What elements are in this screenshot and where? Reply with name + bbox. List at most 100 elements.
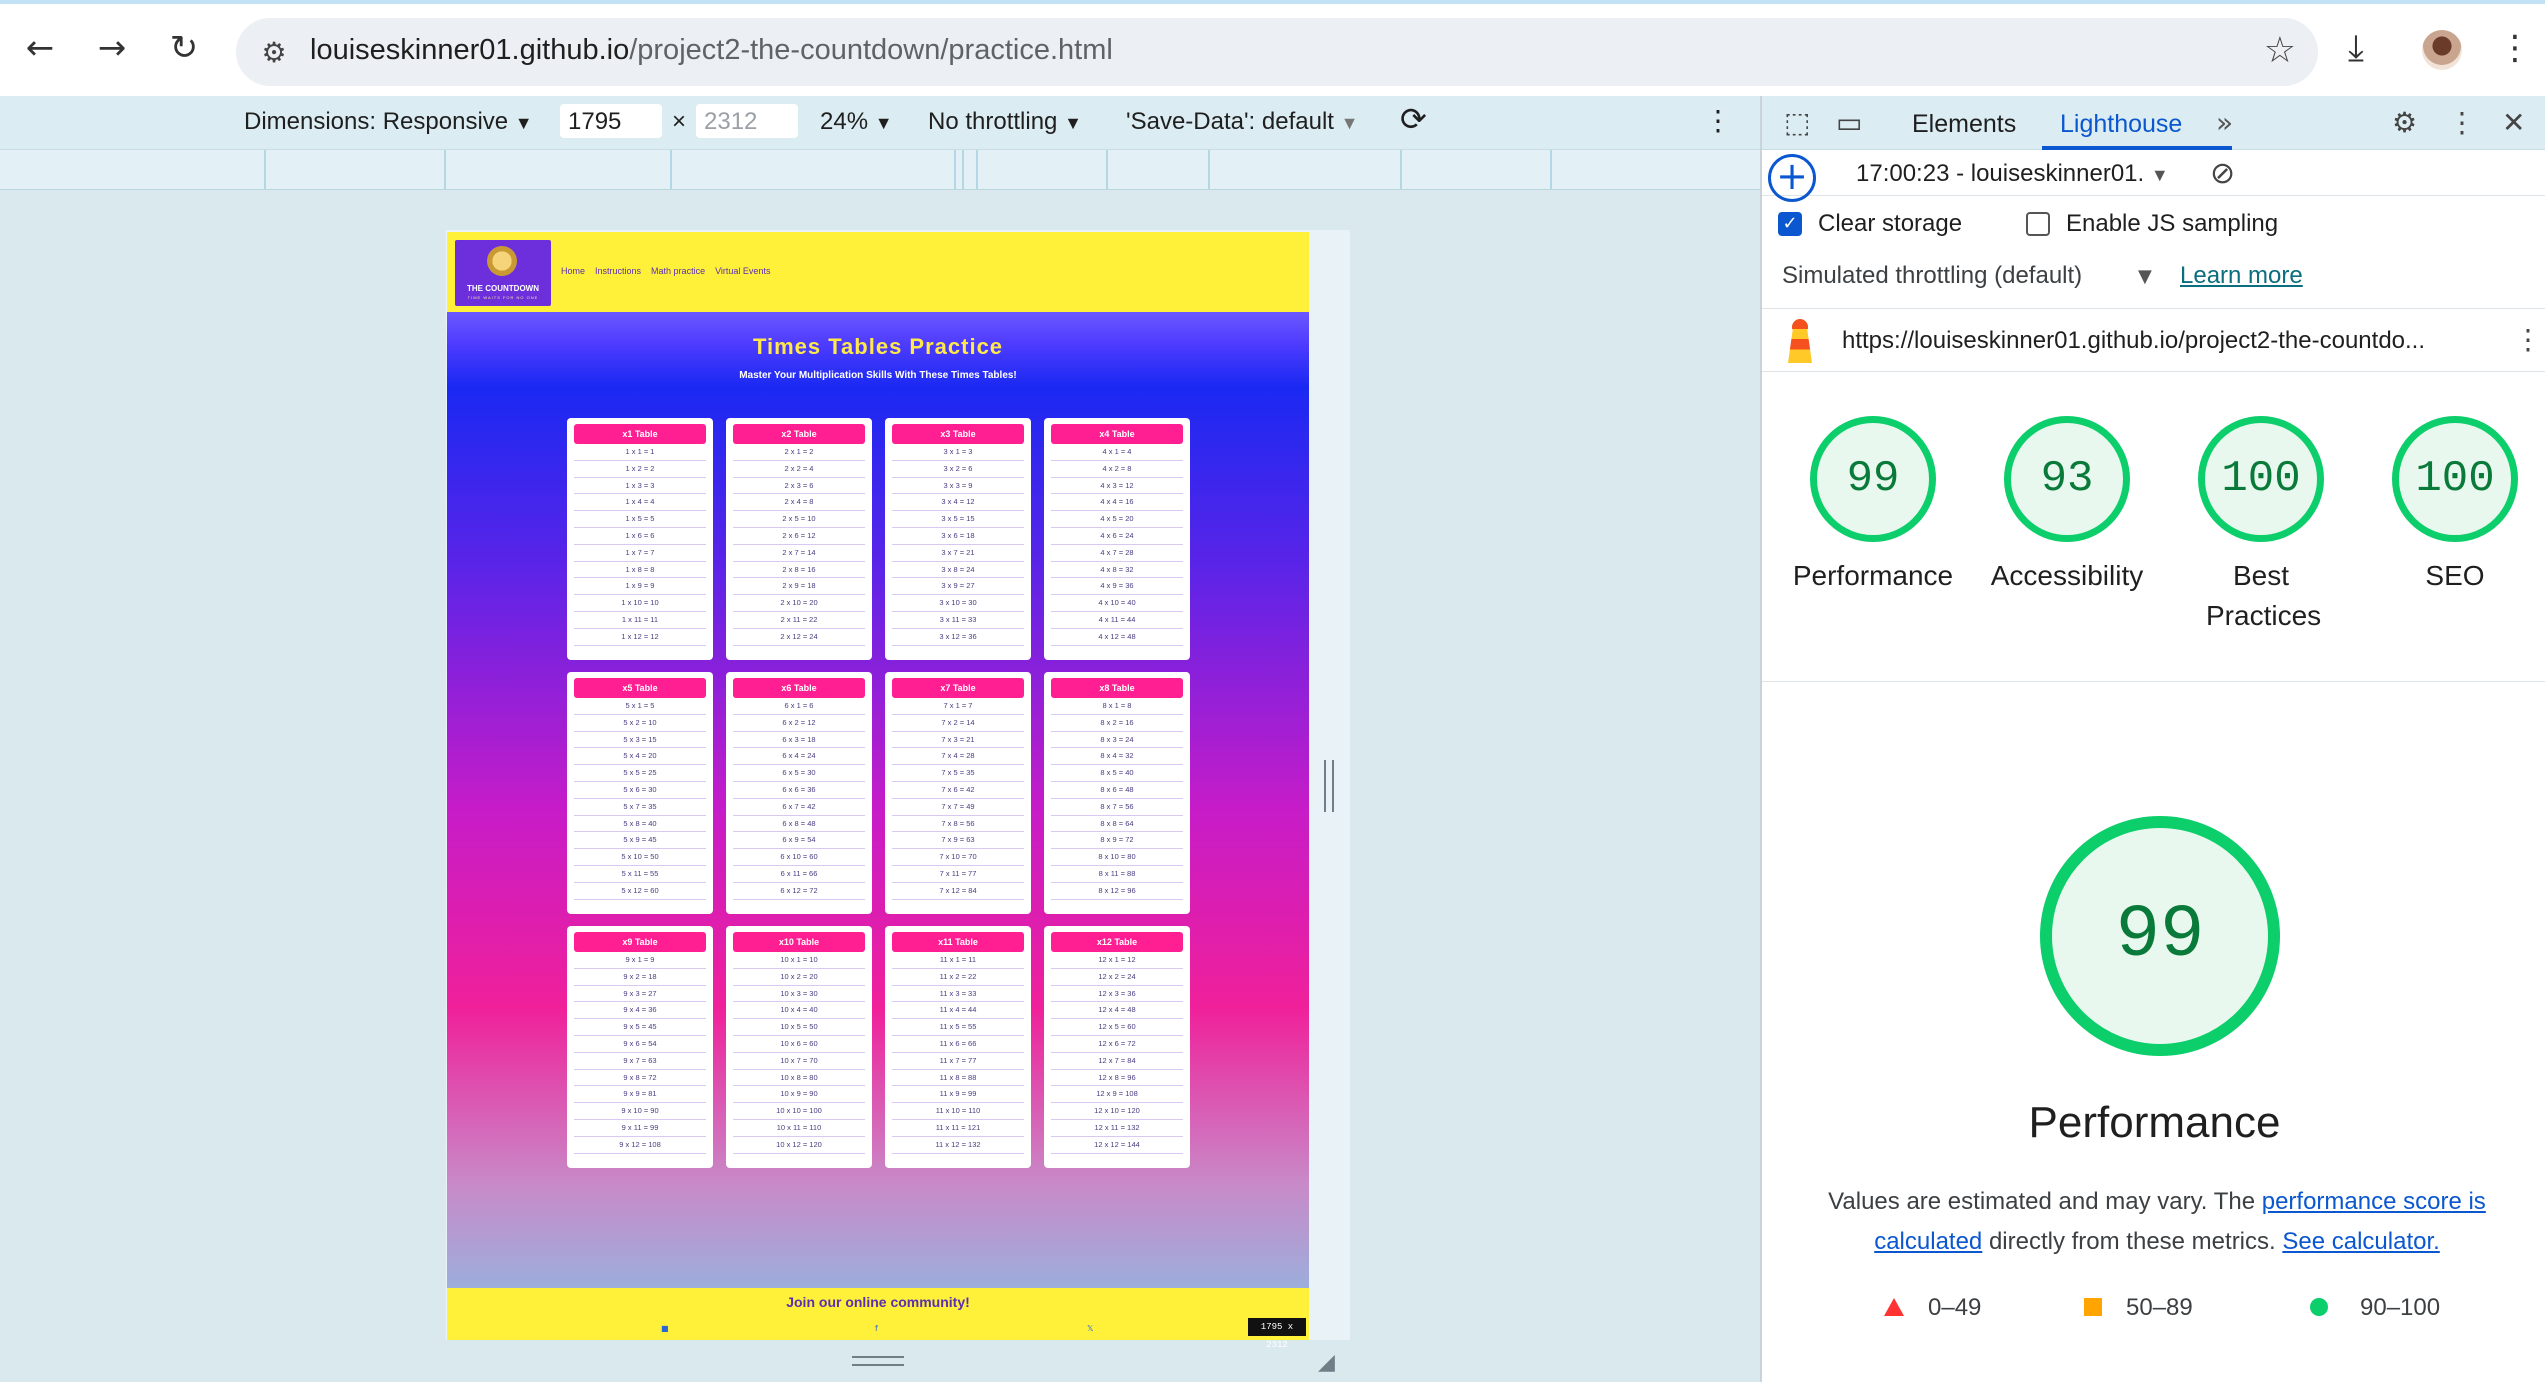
table-row: 5 x 7 = 35 bbox=[574, 799, 706, 816]
facebook-icon[interactable]: f bbox=[875, 1324, 878, 1333]
save-data-dropdown[interactable]: 'Save-Data': default ▼ bbox=[1126, 108, 1358, 136]
device-toggle-icon[interactable]: ▭ bbox=[1836, 106, 1862, 139]
table-row: 1 x 2 = 2 bbox=[574, 461, 706, 478]
js-sampling-checkbox[interactable] bbox=[2026, 212, 2050, 236]
clear-reports-icon[interactable]: ⊘ bbox=[2210, 156, 2235, 191]
table-row: 1 x 1 = 1 bbox=[574, 444, 706, 461]
table-row: 7 x 6 = 42 bbox=[892, 782, 1024, 799]
throttling-dropdown[interactable]: No throttling ▼ bbox=[928, 108, 1082, 136]
table-row: 7 x 1 = 7 bbox=[892, 698, 1024, 715]
throttling-label: No throttling bbox=[928, 108, 1058, 135]
times-sign: × bbox=[672, 108, 687, 135]
note-middle: directly from these metrics. bbox=[1982, 1228, 2283, 1255]
report-selector[interactable]: 17:00:23 - louiseskinner01. ▼ bbox=[1856, 160, 2169, 188]
download-icon[interactable]: ⤓ bbox=[2348, 28, 2364, 70]
width-input[interactable]: 1795 bbox=[560, 104, 662, 138]
coin-icon bbox=[487, 246, 517, 276]
score-gauge-performance[interactable]: 99 bbox=[1810, 416, 1936, 542]
resize-handle-right[interactable] bbox=[1324, 760, 1334, 812]
pass-circle-icon bbox=[2310, 1298, 2328, 1316]
table-row: 2 x 7 = 14 bbox=[733, 545, 865, 562]
url-path: /project2-the-countdown/practice.html bbox=[629, 34, 1113, 66]
table-heading: x2 Table bbox=[733, 424, 865, 444]
table-row: 8 x 12 = 96 bbox=[1051, 883, 1183, 900]
address-bar[interactable]: ⚙ louiseskinner01.github.io/project2-the… bbox=[236, 18, 2318, 86]
nav-link-math-practice[interactable]: Math practice bbox=[651, 266, 705, 276]
height-input[interactable]: 2312 bbox=[696, 104, 798, 138]
table-row: 1 x 7 = 7 bbox=[574, 545, 706, 562]
save-data-label: 'Save-Data': default bbox=[1126, 108, 1334, 135]
table-row: 12 x 5 = 60 bbox=[1051, 1019, 1183, 1036]
report-menu-icon[interactable]: ⋮ bbox=[2514, 323, 2542, 356]
back-icon[interactable]: ← bbox=[18, 26, 62, 70]
x-icon[interactable]: 𝕏 bbox=[1087, 1324, 1093, 1333]
url-text[interactable]: louiseskinner01.github.io/project2-the-c… bbox=[310, 34, 1113, 67]
forward-icon[interactable]: → bbox=[90, 26, 134, 70]
resize-corner-icon[interactable]: ◢ bbox=[1318, 1350, 1335, 1375]
table-row: 3 x 11 = 33 bbox=[892, 612, 1024, 629]
times-table-card: x12 Table 12 x 1 = 12 12 x 2 = 24 12 x 3 = … bbox=[1044, 926, 1190, 1168]
times-table-card: x10 Table 10 x 1 = 10 10 x 2 = 20 10 x 3 = … bbox=[726, 926, 872, 1168]
chevron-down-icon[interactable]: ▼ bbox=[2138, 266, 2152, 287]
score-gauge-best-practices[interactable]: 100 bbox=[2198, 416, 2324, 542]
table-row: 12 x 10 = 120 bbox=[1051, 1103, 1183, 1120]
instagram-icon[interactable]: ■ bbox=[661, 1324, 669, 1333]
times-table-card: x5 Table 5 x 1 = 55 x 2 = 10 5 x 3 = 15 5 x… bbox=[567, 672, 713, 914]
zoom-label: 24% bbox=[820, 108, 869, 135]
table-row: 5 x 9 = 45 bbox=[574, 832, 706, 850]
nav-link-home[interactable]: Home bbox=[561, 266, 585, 276]
browser-menu-icon[interactable]: ⋮ bbox=[2498, 28, 2532, 68]
score-gauge-seo[interactable]: 100 bbox=[2392, 416, 2518, 542]
new-report-icon[interactable]: + bbox=[1768, 154, 1816, 202]
tab-elements[interactable]: Elements bbox=[1912, 110, 2016, 139]
emulated-page: THE COUNTDOWN TIME WAITS FOR NO ONE Home… bbox=[447, 232, 1309, 1340]
table-row: 1 x 4 = 4 bbox=[574, 494, 706, 512]
table-row: 7 x 10 = 70 bbox=[892, 849, 1024, 866]
more-tabs-icon[interactable]: » bbox=[2216, 106, 2233, 139]
reload-icon[interactable]: ↻ bbox=[162, 26, 206, 70]
devtools-menu-icon[interactable]: ⋮ bbox=[2448, 106, 2476, 139]
table-row: 10 x 2 = 20 bbox=[733, 969, 865, 986]
nav-link-virtual-events[interactable]: Virtual Events bbox=[715, 266, 770, 276]
table-row: 8 x 11 = 88 bbox=[1051, 866, 1183, 883]
media-query-ruler[interactable] bbox=[0, 150, 1760, 190]
browser-toolbar: ← → ↻ ⚙ louiseskinner01.github.io/projec… bbox=[0, 0, 2545, 96]
settings-gear-icon[interactable]: ⚙ bbox=[2392, 106, 2417, 139]
table-row: 9 x 8 = 72 bbox=[574, 1070, 706, 1087]
score-gauge-accessibility[interactable]: 93 bbox=[2004, 416, 2130, 542]
table-row: 7 x 7 = 49 bbox=[892, 799, 1024, 816]
zoom-dropdown[interactable]: 24% ▼ bbox=[820, 108, 893, 136]
close-icon[interactable]: ✕ bbox=[2502, 106, 2525, 139]
resize-handle-bottom[interactable] bbox=[852, 1356, 904, 1366]
table-row: 3 x 1 = 3 bbox=[892, 444, 1024, 461]
site-logo[interactable]: THE COUNTDOWN TIME WAITS FOR NO ONE bbox=[455, 240, 551, 306]
table-row: 3 x 4 = 12 bbox=[892, 494, 1024, 512]
throttling-select[interactable]: Simulated throttling (default) bbox=[1782, 262, 2082, 290]
table-row: 5 x 6 = 30 bbox=[574, 782, 706, 799]
bookmark-star-icon[interactable]: ☆ bbox=[2264, 30, 2296, 71]
profile-avatar[interactable] bbox=[2422, 30, 2462, 70]
table-row: 2 x 1 = 2 bbox=[733, 444, 865, 461]
table-heading: x1 Table bbox=[574, 424, 706, 444]
clear-storage-checkbox[interactable]: ✓ bbox=[1778, 212, 1802, 236]
table-row: 10 x 10 = 100 bbox=[733, 1103, 865, 1120]
device-toolbar-menu-icon[interactable]: ⋮ bbox=[1704, 104, 1732, 137]
inspect-element-icon[interactable]: ⬚ bbox=[1784, 106, 1810, 139]
table-row: 9 x 5 = 45 bbox=[574, 1019, 706, 1036]
table-row: 11 x 6 = 66 bbox=[892, 1036, 1024, 1053]
table-row: 3 x 6 = 18 bbox=[892, 528, 1024, 545]
table-heading: x12 Table bbox=[1051, 932, 1183, 952]
site-settings-icon[interactable]: ⚙ bbox=[254, 32, 294, 72]
rotate-icon[interactable]: ⟳ bbox=[1400, 100, 1427, 138]
see-calculator-link[interactable]: See calculator. bbox=[2282, 1228, 2439, 1255]
learn-more-link[interactable]: Learn more bbox=[2180, 262, 2303, 290]
table-row: 3 x 12 = 36 bbox=[892, 629, 1024, 646]
table-row: 7 x 3 = 21 bbox=[892, 732, 1024, 749]
nav-link-instructions[interactable]: Instructions bbox=[595, 266, 641, 276]
table-row: 6 x 9 = 54 bbox=[733, 832, 865, 850]
table-heading: x11 Table bbox=[892, 932, 1024, 952]
dimensions-dropdown[interactable]: Dimensions: Responsive ▼ bbox=[244, 108, 533, 136]
table-row: 6 x 4 = 24 bbox=[733, 748, 865, 766]
tab-lighthouse[interactable]: Lighthouse bbox=[2060, 110, 2182, 139]
table-row: 5 x 5 = 25 bbox=[574, 765, 706, 782]
